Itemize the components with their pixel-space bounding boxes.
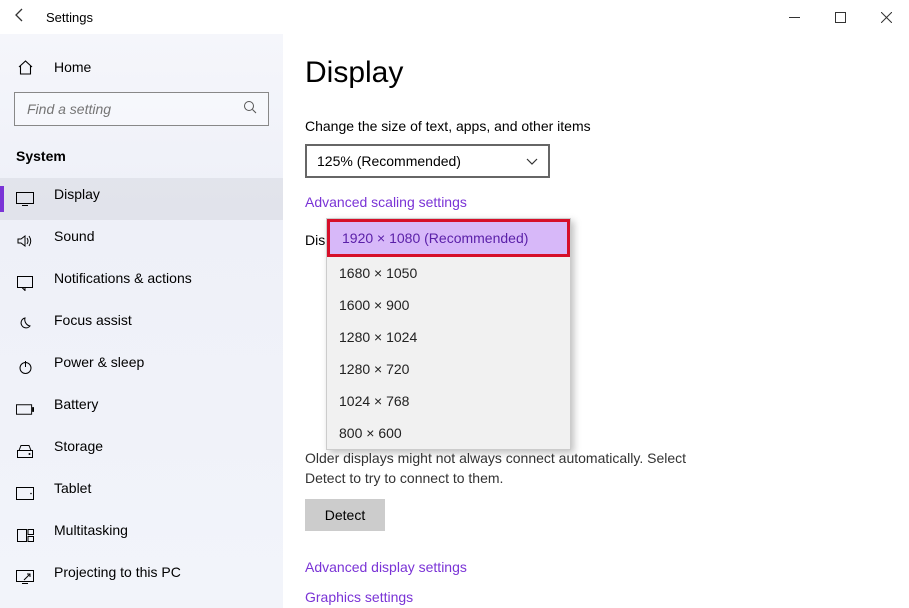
close-button[interactable] <box>863 2 909 32</box>
home-label: Home <box>54 59 91 75</box>
resolution-option[interactable]: 1280 × 1024 <box>327 321 570 353</box>
active-marker <box>0 186 4 212</box>
nav-item-storage[interactable]: Storage <box>0 430 283 472</box>
advanced-scaling-link[interactable]: Advanced scaling settings <box>305 194 467 210</box>
nav-item-battery[interactable]: Battery <box>0 388 283 430</box>
window-title: Settings <box>40 10 93 25</box>
nav-item-display[interactable]: Display <box>0 178 283 220</box>
nav-group-title: System <box>0 142 283 178</box>
search-input[interactable] <box>25 100 205 118</box>
graphics-settings-link[interactable]: Graphics settings <box>305 589 909 605</box>
power-icon <box>16 360 34 375</box>
minimize-button[interactable] <box>771 2 817 32</box>
page-heading: Display <box>305 56 909 90</box>
multitasking-icon <box>16 529 34 542</box>
battery-icon <box>16 404 34 415</box>
nav-item-focus-assist[interactable]: Focus assist <box>0 304 283 346</box>
projecting-icon <box>16 570 34 584</box>
focus-assist-icon <box>16 317 34 333</box>
nav-label: Sound <box>54 228 94 244</box>
scale-label: Change the size of text, apps, and other… <box>305 118 909 134</box>
resolution-option[interactable]: 1680 × 1050 <box>327 257 570 289</box>
nav-item-multitasking[interactable]: Multitasking <box>0 514 283 556</box>
older-displays-text: Older displays might not always connect … <box>305 448 705 489</box>
nav-label: Projecting to this PC <box>54 564 181 580</box>
chevron-down-icon <box>526 153 538 169</box>
nav-label: Display <box>54 186 100 202</box>
nav-item-notifications[interactable]: Notifications & actions <box>0 262 283 304</box>
display-icon <box>16 192 34 206</box>
advanced-display-link[interactable]: Advanced display settings <box>305 559 909 575</box>
nav-label: Multitasking <box>54 522 128 538</box>
nav-item-projecting[interactable]: Projecting to this PC <box>0 556 283 598</box>
nav-item-power-sleep[interactable]: Power & sleep <box>0 346 283 388</box>
scale-value: 125% (Recommended) <box>317 153 461 169</box>
resolution-option[interactable]: 1600 × 900 <box>327 289 570 321</box>
nav-label: Storage <box>54 438 103 454</box>
titlebar: Settings <box>0 0 909 34</box>
nav-label: Power & sleep <box>54 354 144 370</box>
maximize-button[interactable] <box>817 2 863 32</box>
search-icon <box>243 100 258 118</box>
home-nav[interactable]: Home <box>0 46 283 88</box>
storage-icon <box>16 445 34 458</box>
resolution-option[interactable]: 1920 × 1080 (Recommended) <box>327 219 570 257</box>
nav-label: Focus assist <box>54 312 132 328</box>
resolution-option[interactable]: 1024 × 768 <box>327 385 570 417</box>
detect-button[interactable]: Detect <box>305 499 385 531</box>
tablet-icon <box>16 487 34 500</box>
nav-item-sound[interactable]: Sound <box>0 220 283 262</box>
sidebar: Home System Display Sound Notifications … <box>0 34 283 608</box>
nav-label: Notifications & actions <box>54 270 192 286</box>
scale-combo[interactable]: 125% (Recommended) <box>305 144 550 178</box>
sound-icon <box>16 234 34 248</box>
resolution-option[interactable]: 1280 × 720 <box>327 353 570 385</box>
nav-label: Battery <box>54 396 98 412</box>
notifications-icon <box>16 276 34 291</box>
nav-label: Tablet <box>54 480 91 496</box>
resolution-dropdown[interactable]: 1920 × 1080 (Recommended) 1680 × 1050 16… <box>326 218 571 450</box>
resolution-option[interactable]: 800 × 600 <box>327 417 570 449</box>
back-button[interactable] <box>0 7 40 28</box>
home-icon <box>16 59 34 76</box>
nav-item-tablet[interactable]: Tablet <box>0 472 283 514</box>
search-box[interactable] <box>14 92 269 126</box>
